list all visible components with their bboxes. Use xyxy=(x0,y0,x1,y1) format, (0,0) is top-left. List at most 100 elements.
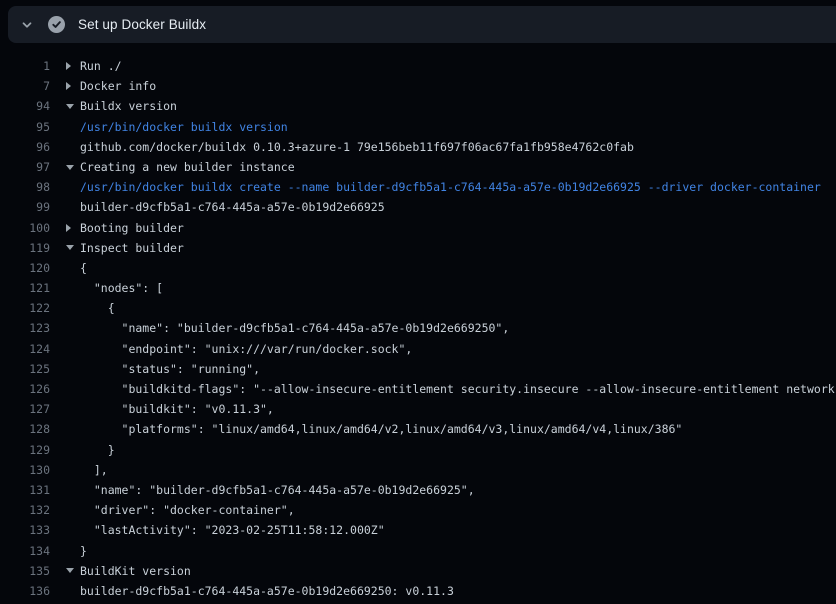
chevron-down-icon[interactable] xyxy=(66,157,80,177)
group-title: Docker info xyxy=(80,76,156,96)
indent-spacer xyxy=(66,137,80,157)
line-number[interactable]: 129 xyxy=(0,440,50,460)
line-number[interactable]: 95 xyxy=(0,117,50,137)
log-line: 95/usr/bin/docker buildx version xyxy=(0,117,836,137)
log-line: 122 { xyxy=(0,298,836,318)
indent-spacer xyxy=(66,177,80,197)
line-number[interactable]: 133 xyxy=(0,520,50,540)
line-number[interactable]: 136 xyxy=(0,581,50,601)
line-number[interactable]: 131 xyxy=(0,480,50,500)
line-number[interactable]: 97 xyxy=(0,157,50,177)
command-text: /usr/bin/docker buildx create --name bui… xyxy=(80,177,821,197)
indent-spacer xyxy=(66,278,80,298)
group-title: BuildKit version xyxy=(80,561,191,581)
step-header[interactable]: Set up Docker Buildx xyxy=(8,6,836,43)
indent-spacer xyxy=(66,500,80,520)
log-line: 121 "nodes": [ xyxy=(0,278,836,298)
line-number[interactable]: 130 xyxy=(0,460,50,480)
output-text: "buildkitd-flags": "--allow-insecure-ent… xyxy=(80,379,836,399)
output-text: "status": "running", xyxy=(80,359,260,379)
indent-spacer xyxy=(66,298,80,318)
output-text: "buildkit": "v0.11.3", xyxy=(80,399,274,419)
log-line: 127 "buildkit": "v0.11.3", xyxy=(0,399,836,419)
log-line: 132 "driver": "docker-container", xyxy=(0,500,836,520)
indent-spacer xyxy=(66,359,80,379)
log-group-row[interactable]: 1 Run ./ xyxy=(0,56,836,76)
chevron-down-icon[interactable] xyxy=(66,96,80,116)
log-line: 96 github.com/docker/buildx 0.10.3+azure-… xyxy=(0,137,836,157)
indent-spacer xyxy=(66,117,80,137)
log-line: 129 } xyxy=(0,440,836,460)
log-group-row[interactable]: 97Creating a new builder instance xyxy=(0,157,836,177)
log-line: 134} xyxy=(0,541,836,561)
line-number[interactable]: 1 xyxy=(0,56,50,76)
line-number[interactable]: 98 xyxy=(0,177,50,197)
line-number[interactable]: 100 xyxy=(0,218,50,238)
line-number[interactable]: 123 xyxy=(0,318,50,338)
log-group-row[interactable]: 135 BuildKit version xyxy=(0,561,836,581)
log-line: 98/usr/bin/docker buildx create --name b… xyxy=(0,177,836,197)
line-number[interactable]: 99 xyxy=(0,197,50,217)
log-lines: 1Run ./7Docker info94Buildx version95/us… xyxy=(0,56,836,604)
log-line: 136 builder-d9cfb5a1-c764-445a-a57e-0b19d… xyxy=(0,581,836,601)
log-group-row[interactable]: 100Booting builder xyxy=(0,218,836,238)
line-number[interactable]: 120 xyxy=(0,258,50,278)
line-number[interactable]: 126 xyxy=(0,379,50,399)
line-number[interactable]: 122 xyxy=(0,298,50,318)
log-group-row[interactable]: 94 Buildx version xyxy=(0,96,836,116)
indent-spacer xyxy=(66,419,80,439)
log-line: 128 "platforms": "linux/amd64,linux/amd6… xyxy=(0,419,836,439)
group-title: Buildx version xyxy=(80,96,177,116)
output-text: "endpoint": "unix:///var/run/docker.sock… xyxy=(80,339,412,359)
indent-spacer xyxy=(66,379,80,399)
log-group-row[interactable]: 119Inspect builder xyxy=(0,238,836,258)
chevron-down-icon[interactable] xyxy=(66,561,80,581)
output-text: ], xyxy=(80,460,108,480)
log-line: 120 { xyxy=(0,258,836,278)
log-line: 131 "name": "builder-d9cfb5a1-c764-445a-… xyxy=(0,480,836,500)
step-title: Set up Docker Buildx xyxy=(78,17,206,32)
chevron-right-icon[interactable] xyxy=(66,218,80,238)
line-number[interactable]: 94 xyxy=(0,96,50,116)
check-circle-icon xyxy=(48,16,65,33)
line-number[interactable]: 125 xyxy=(0,359,50,379)
group-title: Run ./ xyxy=(80,56,122,76)
output-text: { xyxy=(80,298,115,318)
log-line: 99 builder-d9cfb5a1-c764-445a-a57e-0b19d2… xyxy=(0,197,836,217)
log-line: 123 "name": "builder-d9cfb5a1-c764-445a-… xyxy=(0,318,836,338)
line-number[interactable]: 134 xyxy=(0,541,50,561)
output-text: builder-d9cfb5a1-c764-445a-a57e-0b19d2e6… xyxy=(80,197,385,217)
log-line: 125 "status": "running", xyxy=(0,359,836,379)
line-number[interactable]: 121 xyxy=(0,278,50,298)
indent-spacer xyxy=(66,318,80,338)
output-text: builder-d9cfb5a1-c764-445a-a57e-0b19d2e6… xyxy=(80,581,454,601)
output-text: github.com/docker/buildx 0.10.3+azure-1 … xyxy=(80,137,634,157)
log-line: 126 "buildkitd-flags": "--allow-insecure… xyxy=(0,379,836,399)
line-number[interactable]: 128 xyxy=(0,419,50,439)
output-text: { xyxy=(80,258,87,278)
line-number[interactable]: 127 xyxy=(0,399,50,419)
output-text: "platforms": "linux/amd64,linux/amd64/v2… xyxy=(80,419,682,439)
log-group-row[interactable]: 7 Docker info xyxy=(0,76,836,96)
output-text: "driver": "docker-container", xyxy=(80,500,295,520)
indent-spacer xyxy=(66,460,80,480)
indent-spacer xyxy=(66,339,80,359)
line-number[interactable]: 135 xyxy=(0,561,50,581)
indent-spacer xyxy=(66,581,80,601)
chevron-down-icon[interactable] xyxy=(19,17,35,33)
indent-spacer xyxy=(66,399,80,419)
indent-spacer xyxy=(66,541,80,561)
chevron-right-icon[interactable] xyxy=(66,56,80,76)
output-text: "lastActivity": "2023-02-25T11:58:12.000… xyxy=(80,520,385,540)
output-text: "nodes": [ xyxy=(80,278,163,298)
indent-spacer xyxy=(66,197,80,217)
command-text: /usr/bin/docker buildx version xyxy=(80,117,288,137)
line-number[interactable]: 7 xyxy=(0,76,50,96)
line-number[interactable]: 96 xyxy=(0,137,50,157)
chevron-right-icon[interactable] xyxy=(66,76,80,96)
line-number[interactable]: 132 xyxy=(0,500,50,520)
line-number[interactable]: 119 xyxy=(0,238,50,258)
chevron-down-icon[interactable] xyxy=(66,238,80,258)
line-number[interactable]: 124 xyxy=(0,339,50,359)
log-line: 133 "lastActivity": "2023-02-25T11:58:12… xyxy=(0,520,836,540)
